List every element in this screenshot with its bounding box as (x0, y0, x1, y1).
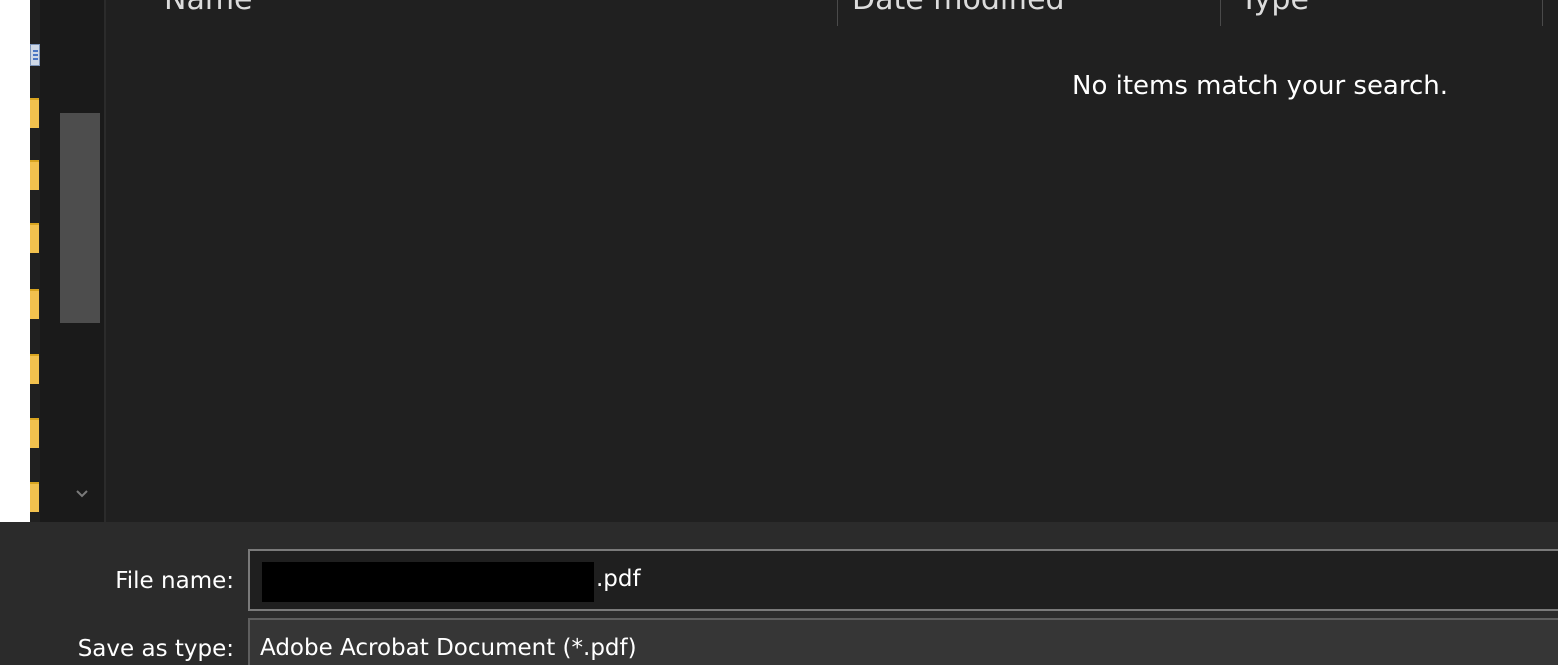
folder-icon[interactable] (30, 98, 39, 128)
column-header-date-modified[interactable]: Date modified (852, 0, 1065, 18)
column-header-name[interactable]: Name (164, 0, 253, 18)
nav-pane-scrollbar-thumb[interactable] (60, 113, 100, 323)
empty-results-message: No items match your search. (1072, 71, 1449, 101)
folder-icon[interactable] (30, 482, 39, 512)
background-window-edge (0, 0, 30, 522)
folder-icon[interactable] (30, 418, 39, 448)
redacted-text (262, 562, 594, 602)
column-separator[interactable] (1220, 0, 1221, 26)
save-as-type-value: Adobe Acrobat Document (*.pdf) (260, 635, 637, 661)
column-header-type[interactable]: Type (1240, 0, 1309, 18)
folder-icon[interactable] (30, 354, 39, 384)
chevron-down-icon[interactable] (75, 486, 89, 500)
column-separator[interactable] (837, 0, 838, 26)
folder-icon[interactable] (30, 160, 39, 190)
save-as-type-label: Save as type: (77, 636, 234, 662)
column-separator[interactable] (1542, 0, 1543, 26)
file-name-label: File name: (115, 568, 234, 594)
document-icon (30, 44, 40, 66)
folder-icon[interactable] (30, 289, 39, 319)
folder-icon[interactable] (30, 223, 39, 253)
column-header-row: Name Date modified Type (106, 0, 1558, 26)
file-name-value: .pdf (596, 566, 641, 592)
save-dialog: Name Date modified Type No items match y… (0, 0, 1558, 665)
pane-divider[interactable] (104, 0, 106, 522)
